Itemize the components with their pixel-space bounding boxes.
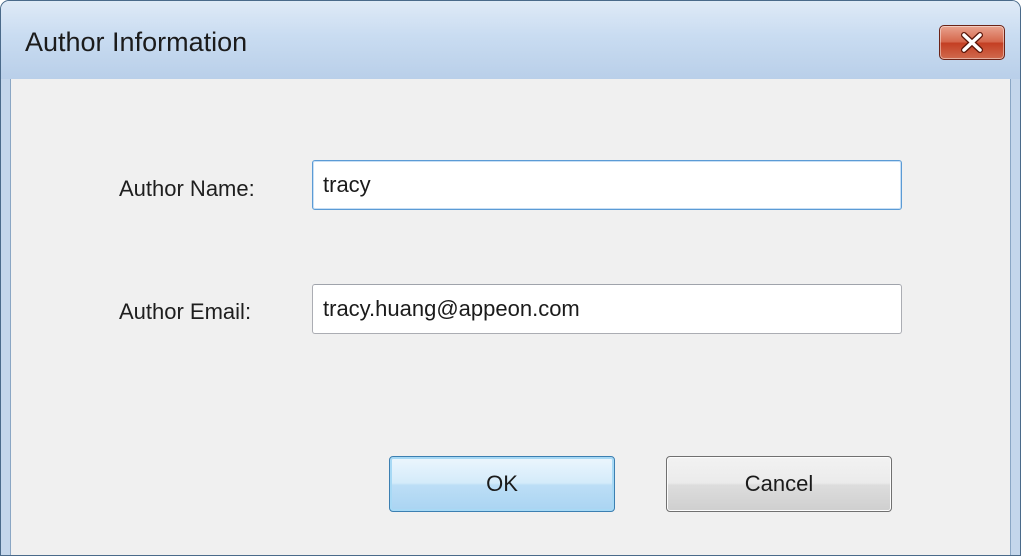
dialog-body: Author Name: Author Email: OK Cancel	[10, 79, 1011, 555]
author-name-field[interactable]	[312, 160, 902, 210]
author-information-dialog: Author Information Author Name: Author E…	[0, 0, 1021, 556]
author-email-field[interactable]	[312, 284, 902, 334]
author-email-label: Author Email:	[119, 299, 252, 324]
cancel-button[interactable]: Cancel	[666, 456, 892, 512]
close-button[interactable]	[939, 25, 1005, 60]
author-name-label: Author Name:	[119, 176, 255, 201]
close-icon	[961, 32, 983, 53]
ok-button[interactable]: OK	[389, 456, 615, 512]
title-bar[interactable]: Author Information	[1, 1, 1020, 79]
dialog-title: Author Information	[25, 27, 248, 57]
